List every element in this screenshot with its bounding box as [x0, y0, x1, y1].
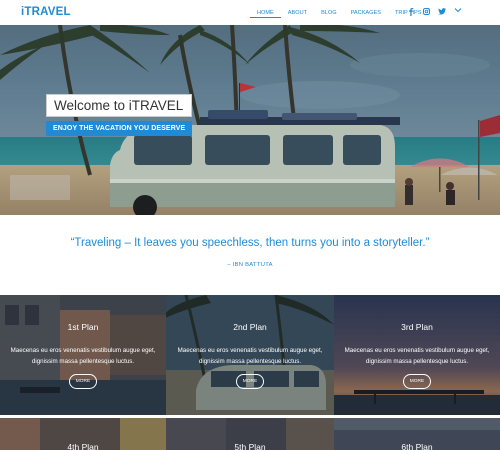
site-logo[interactable]: iTRAVEL	[21, 6, 71, 18]
plan-title: 6th Plan	[401, 442, 433, 450]
travel-quote: “Traveling – It leaves you speechless, t…	[70, 237, 430, 249]
plan-card-2: 2nd Plan Maecenas eu eros venenatis vest…	[166, 295, 334, 415]
plan-description: Maecenas eu eros venenatis vestibulum au…	[10, 347, 156, 365]
nav-home[interactable]: HOME	[250, 9, 281, 18]
twitter-icon[interactable]	[438, 8, 446, 16]
plan-card-3: 3rd Plan Maecenas eu eros venenatis vest…	[334, 295, 500, 415]
plan-title: 2nd Plan	[233, 322, 267, 332]
nav-packages[interactable]: PACKAGES	[344, 9, 388, 18]
hero-tagline: ENJOY THE VACATION YOU DESERVE	[46, 121, 193, 136]
hero-banner: Welcome to iTRAVEL ENJOY THE VACATION YO…	[0, 25, 500, 215]
main-nav: HOME ABOUT BLOG PACKAGES TRIP TIPS	[250, 9, 429, 18]
plan-card-6: 6th Plan	[334, 418, 500, 450]
hero-title: Welcome to iTRAVEL	[46, 94, 193, 117]
social-links	[408, 8, 446, 16]
plans-grid: 1st Plan Maecenas eu eros venenatis vest…	[0, 295, 500, 450]
plan-title: 3rd Plan	[401, 322, 433, 332]
chevron-down-icon[interactable]	[454, 7, 462, 15]
plan-title: 4th Plan	[67, 442, 99, 450]
more-button[interactable]: MORE	[236, 374, 264, 389]
quote-author: – IBN BATTUTA	[227, 262, 273, 268]
instagram-icon[interactable]	[423, 8, 430, 16]
more-button[interactable]: MORE	[69, 374, 97, 389]
nav-blog[interactable]: BLOG	[314, 9, 344, 18]
plan-card-1: 1st Plan Maecenas eu eros venenatis vest…	[0, 295, 166, 415]
plan-title: 5th Plan	[234, 442, 266, 450]
facebook-icon[interactable]	[408, 8, 414, 16]
plan-title: 1st Plan	[67, 322, 99, 332]
plan-description: Maecenas eu eros venenatis vestibulum au…	[177, 347, 323, 365]
plan-card-5: 5th Plan	[166, 418, 334, 450]
plan-card-4: 4th Plan	[0, 418, 166, 450]
plan-description: Maecenas eu eros venenatis vestibulum au…	[344, 347, 490, 365]
more-button[interactable]: MORE	[403, 374, 431, 389]
hero-background-image	[0, 25, 500, 215]
top-navbar: iTRAVEL HOME ABOUT BLOG PACKAGES TRIP TI…	[0, 0, 500, 25]
nav-about[interactable]: ABOUT	[281, 9, 314, 18]
